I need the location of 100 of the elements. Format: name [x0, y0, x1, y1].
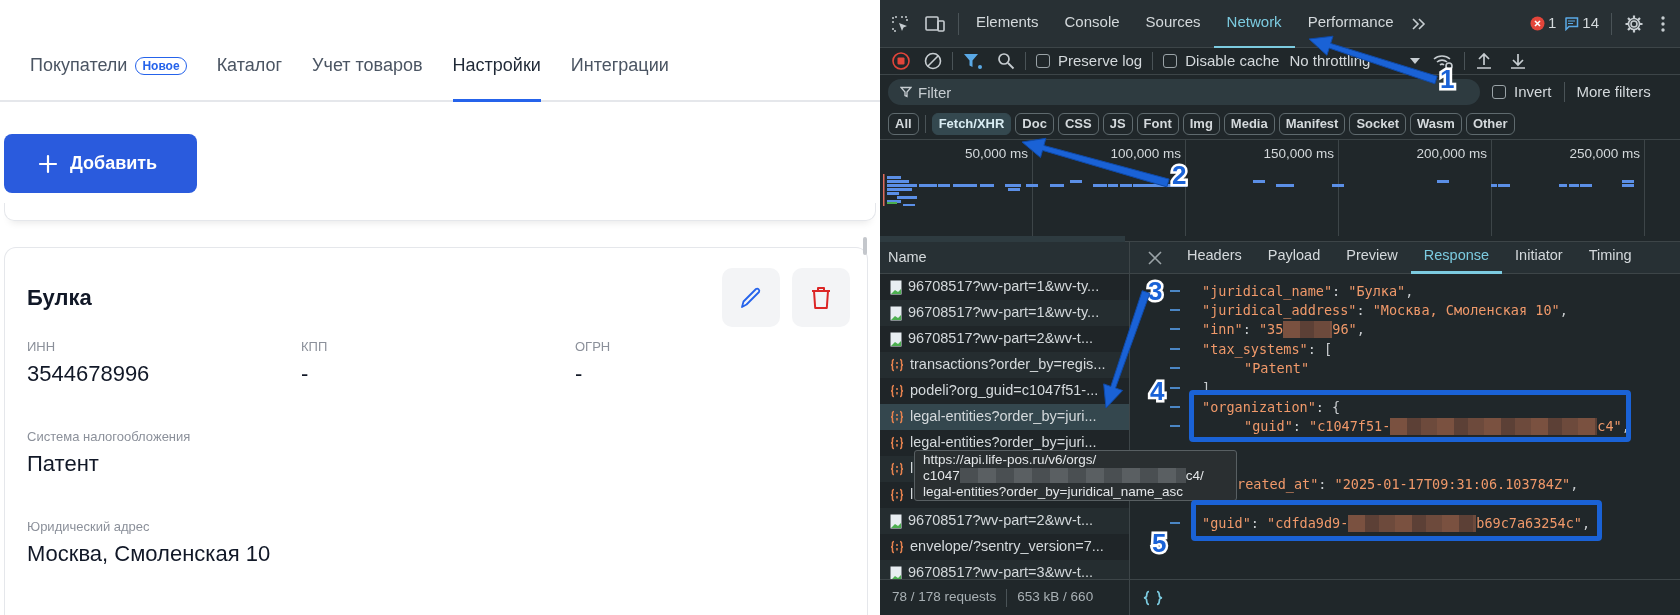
nav-tab[interactable]: Покупатели Новое	[30, 32, 187, 102]
panel-tab[interactable]: Elements	[963, 0, 1052, 48]
gutter-mark	[1170, 289, 1180, 292]
request-row[interactable]: transactions?order_by=regis...	[880, 352, 1129, 378]
edit-button[interactable]	[722, 268, 780, 327]
image-file-icon	[890, 565, 902, 579]
request-name: legal-entities?order_by=juri...	[910, 407, 1097, 427]
field-label: ИНН	[27, 338, 57, 356]
timeline-tick-label: 150,000 ms	[1263, 145, 1334, 162]
record-icon[interactable]	[892, 52, 910, 70]
type-filter-chip[interactable]: Img	[1182, 113, 1220, 135]
type-filter-chip[interactable]: All	[888, 113, 919, 135]
nav-tab[interactable]: Интеграции	[570, 32, 669, 102]
type-filter-chip[interactable]: Other	[1465, 113, 1515, 135]
image-file-icon	[890, 279, 902, 295]
checkbox-label[interactable]: Disable cache	[1185, 49, 1280, 73]
timeline-tick-label: 250,000 ms	[1569, 145, 1640, 162]
error-count[interactable]: 1	[1547, 12, 1557, 35]
request-row[interactable]: 96708517?wv-part=2&wv-t...	[880, 508, 1129, 534]
clear-icon[interactable]	[924, 52, 942, 70]
nav-tab[interactable]: Учет товаров	[312, 32, 423, 102]
panel-tab[interactable]: Console	[1051, 0, 1133, 48]
more-filters-button[interactable]: More filters	[1576, 80, 1651, 104]
type-filter-chip[interactable]: Wasm	[1410, 113, 1462, 135]
nav-tab[interactable]: Настройки	[452, 32, 541, 102]
error-icon[interactable]	[1529, 16, 1545, 31]
checkbox[interactable]	[1036, 54, 1050, 68]
detail-tab[interactable]: Payload	[1254, 241, 1334, 274]
code-line: "inn": "35 96",	[1202, 319, 1365, 340]
settings-icon[interactable]	[1624, 13, 1644, 34]
detail-tab[interactable]: Initiator	[1502, 241, 1576, 274]
gutter-mark	[1170, 347, 1180, 350]
gutter-mark	[1170, 367, 1180, 370]
gutter-mark	[1170, 386, 1180, 389]
image-file-icon	[890, 305, 902, 321]
checkbox-label[interactable]: Preserve log	[1058, 49, 1143, 73]
type-filter-chip[interactable]: Manifest	[1278, 113, 1346, 135]
code-line: "juridical_name": "Булка",	[1202, 281, 1414, 301]
upload-icon[interactable]	[1475, 52, 1494, 70]
type-filter-chip[interactable]: JS	[1102, 113, 1133, 135]
type-filter-chip[interactable]: Fetch/XHR	[931, 113, 1012, 135]
more-tabs-icon[interactable]	[1410, 16, 1427, 31]
type-filter-chip[interactable]: Doc	[1015, 113, 1054, 135]
detail-tab[interactable]: Preview	[1333, 241, 1411, 274]
braces-icon	[890, 436, 904, 450]
braces-icon	[890, 358, 904, 372]
gutter-mark	[1170, 425, 1180, 428]
field-label: ОГРН	[575, 338, 612, 356]
wifi-settings-icon[interactable]	[1432, 52, 1455, 70]
redacted-block	[1283, 321, 1333, 338]
gutter-mark	[1170, 328, 1180, 331]
plus-icon	[38, 153, 58, 174]
menu-icon[interactable]	[1660, 14, 1666, 33]
request-count: 78 / 178 requests	[892, 588, 997, 607]
field-value: Патент	[27, 450, 100, 478]
search-icon[interactable]	[997, 52, 1015, 70]
delete-button[interactable]	[792, 268, 850, 327]
detail-tab[interactable]: Headers	[1174, 241, 1255, 274]
close-icon[interactable]	[1148, 250, 1162, 265]
type-filter-chip[interactable]: Font	[1136, 113, 1179, 135]
request-name: 96708517?wv-part=1&wv-ty...	[908, 277, 1100, 297]
detail-tab[interactable]: Response	[1410, 241, 1503, 274]
panel-tab[interactable]: Sources	[1132, 0, 1214, 48]
braces-icon[interactable]	[1142, 589, 1164, 606]
message-icon[interactable]	[1564, 16, 1580, 31]
checkbox[interactable]	[1163, 54, 1178, 68]
panel-tab[interactable]: Performance	[1294, 0, 1407, 48]
checkbox[interactable]	[1492, 85, 1506, 99]
throttling-dropdown[interactable]: No throttling	[1289, 49, 1421, 73]
device-icon[interactable]	[924, 13, 946, 34]
column-header[interactable]: Name	[888, 246, 927, 269]
request-row[interactable]: 96708517?wv-part=1&wv-ty...	[880, 300, 1129, 326]
scrollbar[interactable]	[863, 237, 867, 255]
braces-icon	[890, 384, 904, 398]
detail-tab[interactable]: Timing	[1575, 241, 1645, 274]
field-value: Москва, Смоленская 10	[27, 540, 272, 568]
panel-tab[interactable]: Network	[1213, 0, 1295, 48]
type-filter-chip[interactable]: CSS	[1057, 113, 1099, 135]
type-filter-chip[interactable]: Socket	[1349, 113, 1407, 135]
timeline-scrollbar[interactable]	[880, 236, 1125, 242]
inspect-icon[interactable]	[890, 13, 910, 34]
request-name: 96708517?wv-part=2&wv-t...	[908, 329, 1093, 349]
type-filter-chip[interactable]: Media	[1223, 113, 1275, 135]
checkbox-label[interactable]: Invert	[1514, 80, 1552, 104]
annotation-number: 2	[1172, 160, 1187, 190]
download-icon[interactable]	[1509, 52, 1528, 70]
nav-tab[interactable]: Каталог	[216, 32, 283, 102]
gutter-mark	[1170, 406, 1180, 409]
request-name: legal-entities?order_by=juri...	[910, 433, 1097, 453]
tooltip-text: legal-entities?order_by=juridical_name_asc	[923, 483, 1184, 500]
annotation-number: 5	[1152, 528, 1167, 558]
trash-icon	[809, 284, 833, 311]
tooltip-text: c1047	[923, 467, 960, 484]
caret-icon	[1410, 58, 1421, 64]
field-label: Юридический адрес	[27, 518, 151, 536]
request-row[interactable]: legal-entities?order_by=juri...	[880, 404, 1129, 430]
message-count[interactable]: 14	[1582, 12, 1599, 35]
timeline-tick-label: 50,000 ms	[964, 145, 1028, 162]
add-button[interactable]: Добавить	[4, 134, 197, 193]
filter-icon[interactable]	[963, 52, 983, 70]
